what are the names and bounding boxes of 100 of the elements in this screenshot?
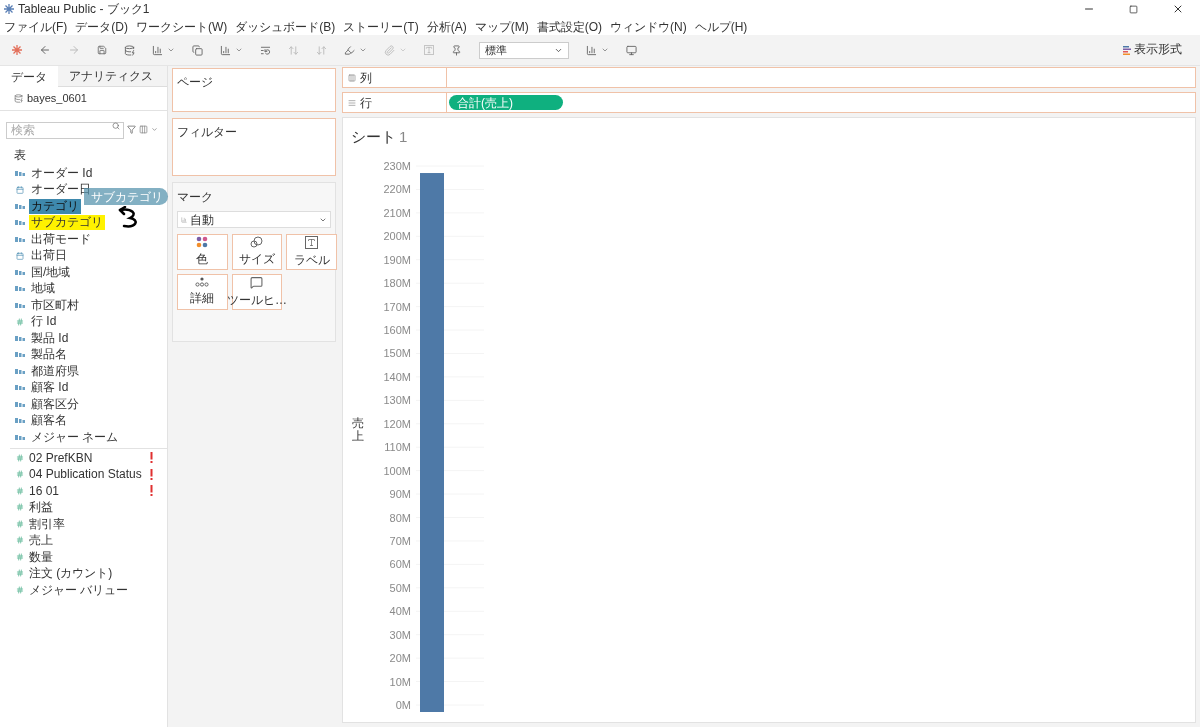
text-type-icon [15,220,25,226]
new-datasource-icon[interactable] [124,44,135,56]
text-type-icon [15,302,25,308]
field-item[interactable]: 売上 [29,531,153,550]
mark-property-button[interactable]: ラベル [286,234,337,270]
search-field[interactable]: 検索 [6,121,124,139]
pages-shelf[interactable]: ページ [172,68,336,112]
mark-property-button[interactable]: 色 [177,234,228,270]
field-item[interactable]: 利益 [29,498,153,517]
mark-property-button[interactable]: 詳細 [177,274,228,310]
text-type-icon [15,434,25,440]
field-item[interactable]: 顧客名 [29,413,69,429]
filter-icon[interactable] [127,124,136,134]
mark-property-button[interactable]: サイズ [231,234,283,270]
menu-item[interactable]: 書式設定(O) [536,17,602,36]
field-item[interactable]: 出荷日 [29,248,69,264]
field-item[interactable]: 16 01 [29,481,148,500]
menu-item[interactable]: ダッシュボード(B) [235,17,336,36]
presentation-icon[interactable] [626,44,637,56]
text-icon[interactable] [424,45,434,55]
text-type-icon [15,401,25,407]
menu-item[interactable]: データ(D) [75,17,128,36]
datasource-icon [14,94,23,103]
text-type-icon [15,418,25,424]
field-item[interactable]: 04 Publication Status [29,465,148,484]
section-heading: 表 [13,147,27,164]
axis-tick-label: 60M [389,557,411,570]
field-item[interactable]: 市区町村 [29,297,81,313]
caret-icon[interactable] [151,125,158,133]
field-item[interactable]: メジャー ネーム [29,429,121,445]
menu-item[interactable]: ストーリー(T) [343,17,419,36]
field-item[interactable]: 数量 [29,547,153,566]
field-item[interactable]: 出荷モード [29,231,93,247]
swap-icon[interactable] [260,44,271,56]
field-item[interactable]: 地域 [29,281,57,297]
paperclip-icon[interactable] [384,44,407,56]
drag-pill: サブカテゴリ [84,188,168,205]
pin-icon[interactable] [451,44,462,56]
filters-shelf[interactable]: フィルター [172,118,336,176]
field-item[interactable]: 製品名 [29,347,69,363]
field-item[interactable]: 割引率 [29,514,153,533]
field-item[interactable]: カテゴリ [29,198,81,214]
detail-icon [195,277,210,287]
field-item[interactable]: 国/地域 [29,264,73,280]
sort-ascending-icon[interactable] [288,44,299,56]
axis-tick-label: 180M [383,276,411,289]
field-item[interactable]: サブカテゴリ [29,215,105,231]
highlight-icon[interactable] [344,44,367,56]
axis-tick-label: 200M [383,229,411,242]
axis-tick-label: 0M [395,698,411,711]
menu-item[interactable]: ファイル(F) [4,17,68,36]
view-options-icon[interactable] [139,124,148,134]
field-item[interactable]: 顧客 Id [29,380,71,396]
hash-icon [16,453,24,462]
axis-tick-label: 10M [389,675,411,688]
tableau-logo-icon[interactable] [12,45,22,55]
field-item[interactable]: 02 PrefKBN [29,448,148,467]
back-icon[interactable] [39,44,51,56]
new-sheet-icon[interactable] [152,44,175,56]
axis-tick-label: 190M [383,253,411,266]
axis-tick-label: 80M [389,511,411,523]
columns-shelf[interactable]: 列 [342,67,1196,88]
field-item[interactable]: 都道府県 [29,363,81,379]
field-item[interactable]: 行 Id [29,314,59,330]
axis-tick-label: 110M [384,440,411,453]
field-item[interactable]: メジャー バリュー [29,580,153,599]
maximize-icon[interactable] [1129,4,1138,14]
size-icon [250,236,264,248]
text-type-icon [15,269,25,275]
axis-tick-label: 50M [389,581,411,594]
save-icon[interactable] [97,45,107,55]
text-type-icon [15,170,25,176]
text-type-icon [15,368,25,374]
search-icon [112,122,120,130]
menu-item[interactable]: 分析(A) [426,17,467,36]
text-icon [305,235,319,249]
datasource-name[interactable]: bayes_0601 [27,90,87,107]
text-type-icon [15,203,25,209]
view-dropdown[interactable]: 標準 [479,41,569,59]
menu-item[interactable]: ヘルプ(H) [694,17,748,36]
sort-descending-icon[interactable] [316,44,327,56]
duplicate-icon[interactable] [192,44,203,56]
rows-shelf[interactable]: 行 合計(売上) [342,92,1196,113]
chart-icon[interactable] [586,44,609,56]
field-item[interactable]: オーダー Id [29,165,95,181]
sidebar-tab[interactable]: データ [0,66,58,87]
menu-item[interactable]: ワークシート(W) [136,17,228,36]
menu-item[interactable]: マップ(M) [474,17,529,36]
close-icon[interactable] [1172,3,1184,15]
color-dots-icon [196,236,209,248]
field-item[interactable]: 顧客区分 [29,396,81,412]
axis-tick-label: 100M [383,464,411,477]
show-me-button[interactable]: 表示形式 [1123,41,1182,59]
field-item[interactable]: 注文 (カウント) [29,564,153,583]
axis-tick-label: 220M [383,182,411,195]
mark-type-dropdown[interactable]: 自動 [177,211,331,228]
menu-item[interactable]: ウィンドウ(N) [610,17,687,36]
hash-icon [16,486,24,495]
axis-tick-label: 120M [383,417,411,430]
field-item[interactable]: 製品 Id [29,330,71,346]
